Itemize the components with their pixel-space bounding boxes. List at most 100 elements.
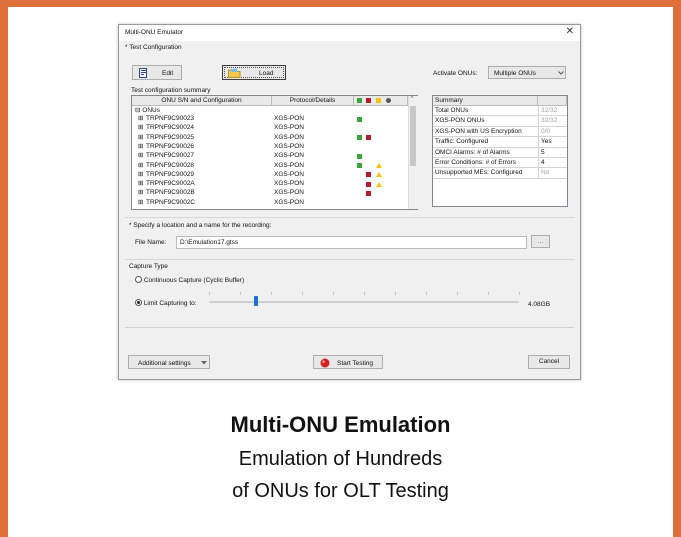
expand-icon[interactable]: ⊞ <box>138 124 143 132</box>
expand-icon[interactable]: ⊞ <box>138 189 143 197</box>
onus-root[interactable]: ⊟ ONUs <box>135 107 160 115</box>
onu-sn: TRPNF9C9002C <box>146 198 196 206</box>
onu-row[interactable]: ⊞ TRPNF9C90023 XGS-PON <box>132 115 408 123</box>
continuous-capture-radio[interactable]: Continuous Capture (Cyclic Buffer) <box>135 276 244 284</box>
red-alarm-icon <box>366 190 371 196</box>
expand-icon[interactable]: ⊞ <box>138 199 143 207</box>
onu-protocol: XGS-PON <box>274 152 304 160</box>
summary-header: Summary <box>433 96 538 106</box>
expand-icon[interactable]: ⊞ <box>138 152 143 160</box>
file-name-input[interactable]: D:\Emulation17.gtss <box>176 236 527 249</box>
red-alarm-icon <box>366 98 371 103</box>
onu-table-scrollbar[interactable]: ^ <box>408 96 418 209</box>
cancel-button[interactable]: Cancel <box>528 355 570 369</box>
onu-protocol: XGS-PON <box>274 161 304 169</box>
expand-icon[interactable]: ⊞ <box>138 162 143 170</box>
summary-row: XGS-PON with US Encryption 0/0 <box>433 126 567 138</box>
load-button[interactable]: Load <box>222 65 286 80</box>
radio-checked-icon <box>135 299 142 306</box>
caption-line-1: Emulation of Hundreds <box>238 448 443 470</box>
onu-sn: TRPNF9C90024 <box>146 124 195 132</box>
record-icon <box>320 358 330 368</box>
chevron-down-icon <box>558 71 564 75</box>
capture-size-slider[interactable] <box>209 291 520 313</box>
browse-button[interactable]: ... <box>531 235 550 248</box>
capture-group <box>125 259 574 260</box>
slider-tick <box>395 292 396 295</box>
onu-row[interactable]: ⊞ TRPNF9C90027 XGS-PON <box>132 152 408 160</box>
col-header-config[interactable]: ONU S/N and Configuration <box>132 96 272 106</box>
onu-sn: TRPNF9C9002A <box>146 180 195 188</box>
summary-value: 0/0 <box>538 126 550 137</box>
caption-line-2: of ONUs for OLT Testing <box>232 480 449 502</box>
summary-label: XGS-PON with US Encryption <box>435 127 522 135</box>
caption-title: Multi-ONU Emulation <box>230 412 451 437</box>
slider-thumb[interactable] <box>254 296 259 306</box>
radio-unchecked-icon <box>135 276 142 283</box>
onu-row[interactable]: ⊞ TRPNF9C90026 XGS-PON <box>132 143 408 151</box>
continuous-capture-label: Continuous Capture (Cyclic Buffer) <box>143 277 245 284</box>
start-testing-label: Start Testing <box>337 359 374 367</box>
summary-value: 32/32 <box>538 116 557 126</box>
expand-icon[interactable]: ⊞ <box>138 115 143 123</box>
summary-label: XGS-PON ONUs <box>435 117 485 125</box>
summary-row: OMCI Alarms: # of Alarms 5 <box>433 147 567 158</box>
onu-protocol: XGS-PON <box>274 133 304 141</box>
onu-protocol: XGS-PON <box>274 189 304 197</box>
expand-icon[interactable]: ⊞ <box>138 180 143 188</box>
slider-tick <box>426 292 427 295</box>
col-header-protocol[interactable]: Protocol/Details <box>272 96 354 106</box>
expand-icon[interactable]: ⊞ <box>138 143 143 151</box>
summary-row: Traffic: Configured Yes <box>433 137 567 148</box>
slider-tick <box>364 292 365 295</box>
summary-label: Total ONUs <box>435 107 469 114</box>
slider-tick <box>271 292 272 295</box>
slider-tick <box>488 292 489 295</box>
onu-sn: TRPNF9C90028 <box>146 161 195 169</box>
green-status-icon <box>357 153 362 159</box>
warning-icon <box>376 163 382 168</box>
onu-row[interactable]: ⊞ TRPNF9C9002A XGS-PON <box>132 180 408 188</box>
close-button[interactable]: ✕ <box>566 26 574 37</box>
document-edit-icon <box>139 68 147 78</box>
summary-value: 5 <box>538 147 545 157</box>
edit-button[interactable]: Edit <box>132 65 182 80</box>
expand-icon[interactable]: ⊞ <box>138 171 143 179</box>
scroll-thumb[interactable] <box>410 106 416 166</box>
limit-capturing-label: Limit Capturing to: <box>143 300 197 307</box>
capture-type-label: Capture Type <box>129 263 168 270</box>
recording-label: * Specify a location and a name for the … <box>129 222 272 229</box>
red-alarm-icon <box>366 181 371 187</box>
onu-row[interactable]: ⊞ TRPNF9C90024 XGS-PON <box>132 124 408 132</box>
disabled-icon <box>386 98 391 103</box>
folder-icon <box>228 68 241 78</box>
additional-settings-button[interactable]: Additional settings <box>128 355 210 369</box>
limit-value: 4.08GB <box>528 301 551 308</box>
expand-icon[interactable]: ⊞ <box>138 134 143 142</box>
summary-value: 4 <box>538 158 545 168</box>
col-header-status <box>354 96 408 106</box>
onu-row[interactable]: ⊞ TRPNF9C90029 XGS-PON <box>132 171 408 179</box>
warning-icon <box>376 172 382 178</box>
slider-tick <box>302 292 303 295</box>
summary-row: Total ONUs 32/32 <box>433 106 567 117</box>
onu-row[interactable]: ⊞ TRPNF9C90028 XGS-PON <box>132 162 408 170</box>
onu-protocol: XGS-PON <box>274 124 304 132</box>
activate-onus-select[interactable]: Multiple ONUs <box>488 66 566 79</box>
slider-tick <box>333 292 334 295</box>
limit-capturing-radio[interactable]: Limit Capturing to: <box>135 299 197 307</box>
file-name-label: File Name: <box>135 239 167 246</box>
warning-icon <box>376 98 381 103</box>
onu-row[interactable]: ⊞ TRPNF9C9002B XGS-PON <box>132 189 408 197</box>
onu-sn: TRPNF9C9002B <box>146 189 195 197</box>
start-testing-button[interactable]: Start Testing <box>313 355 383 369</box>
additional-settings-label: Additional settings <box>138 359 191 367</box>
summary-label: OMCI Alarms: # of Alarms <box>435 148 510 156</box>
onu-row[interactable]: ⊞ TRPNF9C9002C XGS-PON <box>132 199 408 207</box>
summary-row: XGS-PON ONUs 32/32 <box>433 116 567 127</box>
green-status-icon <box>357 135 362 141</box>
onu-table: ONU S/N and Configuration Protocol/Detai… <box>131 95 418 210</box>
recording-group <box>125 217 574 218</box>
onu-row[interactable]: ⊞ TRPNF9C90025 XGS-PON <box>132 134 408 142</box>
onu-sn: TRPNF9C90023 <box>146 115 195 122</box>
